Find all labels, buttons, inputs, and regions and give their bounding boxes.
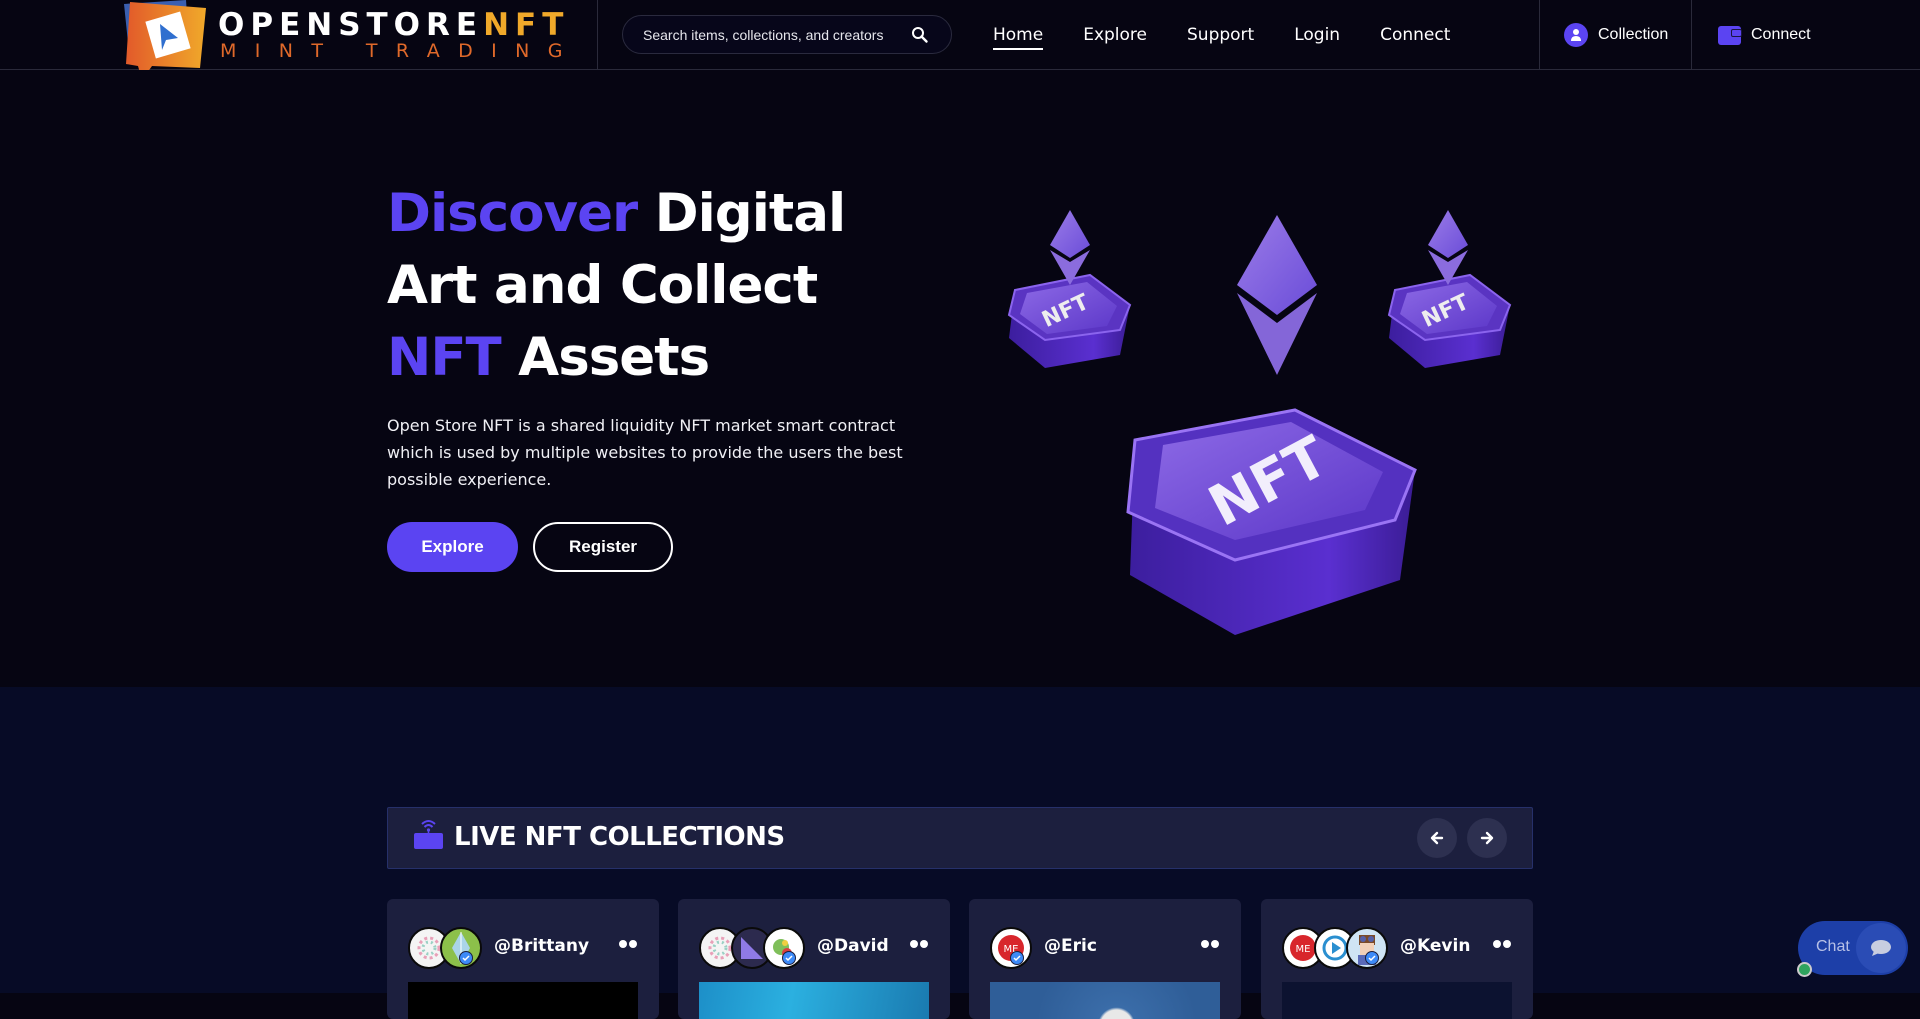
explore-button[interactable]: Explore xyxy=(387,522,518,572)
collection-thumbnail[interactable] xyxy=(1282,982,1512,1019)
live-broadcast-icon xyxy=(414,820,443,849)
collection-card[interactable]: ME @Eric xyxy=(969,899,1241,1019)
more-options-icon[interactable] xyxy=(619,940,637,948)
card-handle[interactable]: @David xyxy=(817,936,889,956)
hero-section: Discover Digital Art and Collect NFT Ass… xyxy=(0,70,1920,687)
online-status-indicator xyxy=(1797,962,1812,977)
search-box xyxy=(622,15,952,54)
site-header: OPENSTORENFT MINT TRADING Home Explore S… xyxy=(0,0,1920,80)
collection-button[interactable]: Collection xyxy=(1564,0,1668,70)
verified-badge-icon xyxy=(782,951,796,965)
logo-tagline: MINT TRADING xyxy=(220,40,581,62)
logo[interactable]: OPENSTORENFT MINT TRADING xyxy=(122,0,563,80)
more-options-icon[interactable] xyxy=(1493,940,1511,948)
logo-mark-icon xyxy=(124,0,206,80)
nav-explore[interactable]: Explore xyxy=(1083,0,1147,70)
hero-title: Discover Digital Art and Collect NFT Ass… xyxy=(387,183,846,388)
collection-thumbnail[interactable] xyxy=(699,982,929,1019)
nft-illustration: NFT NFT NFT xyxy=(1007,210,1512,635)
main-nav: Home Explore Support Login Connect xyxy=(993,0,1490,70)
large-nft-hex: NFT xyxy=(1126,215,1417,635)
avatar-group: ME xyxy=(1282,927,1388,969)
collection-label: Collection xyxy=(1598,26,1669,43)
card-handle[interactable]: @Brittany xyxy=(494,936,589,956)
search-input[interactable] xyxy=(643,16,913,53)
user-icon xyxy=(1564,23,1588,47)
hero-description: Open Store NFT is a shared liquidity NFT… xyxy=(387,416,903,489)
nav-connect[interactable]: Connect xyxy=(1380,0,1450,70)
more-options-icon[interactable] xyxy=(910,940,928,948)
verified-badge-icon xyxy=(459,951,473,965)
wallet-icon xyxy=(1718,25,1742,45)
header-divider xyxy=(1539,0,1540,70)
arrow-left-icon xyxy=(1430,831,1444,845)
card-handle[interactable]: @Kevin xyxy=(1400,936,1470,956)
nav-support[interactable]: Support xyxy=(1187,0,1254,70)
small-nft-hex-left: NFT xyxy=(1007,210,1132,368)
collection-card[interactable]: @Brittany xyxy=(387,899,659,1019)
svg-text:ME: ME xyxy=(1296,944,1311,955)
search-icon[interactable] xyxy=(911,26,929,44)
next-button[interactable] xyxy=(1467,818,1507,858)
live-collections-title: LIVE NFT COLLECTIONS xyxy=(454,822,785,852)
arrow-right-icon xyxy=(1480,831,1494,845)
live-collections-header: LIVE NFT COLLECTIONS xyxy=(387,807,1533,869)
logo-wordmark: OPENSTORENFT xyxy=(218,7,570,43)
chat-widget-button[interactable]: Chat xyxy=(1798,921,1908,975)
verified-badge-icon xyxy=(1010,951,1024,965)
nav-login[interactable]: Login xyxy=(1294,0,1340,70)
prev-button[interactable] xyxy=(1417,818,1457,858)
chat-bubble-icon xyxy=(1856,923,1906,973)
chat-label: Chat xyxy=(1816,938,1850,955)
card-handle[interactable]: @Eric xyxy=(1044,936,1097,956)
more-options-icon[interactable] xyxy=(1201,940,1219,948)
collection-card[interactable]: @David xyxy=(678,899,950,1019)
register-button[interactable]: Register xyxy=(533,522,673,572)
nav-home[interactable]: Home xyxy=(993,0,1044,70)
collection-thumbnail[interactable] xyxy=(408,982,638,1019)
collection-thumbnail[interactable] xyxy=(990,982,1220,1019)
connect-label: Connect xyxy=(1751,26,1811,43)
collection-cards: @Brittany @David ME @Eric ME @Kevin xyxy=(387,899,1533,1019)
small-nft-hex-right: NFT xyxy=(1387,210,1512,368)
avatar-group xyxy=(699,927,805,969)
connect-wallet-button[interactable]: Connect xyxy=(1718,0,1811,70)
verified-badge-icon xyxy=(1365,951,1379,965)
header-divider xyxy=(597,0,598,70)
header-divider xyxy=(1691,0,1692,70)
collection-card[interactable]: ME @Kevin xyxy=(1261,899,1533,1019)
live-collections-section: LIVE NFT COLLECTIONS @Brittany @David ME… xyxy=(0,687,1920,1019)
